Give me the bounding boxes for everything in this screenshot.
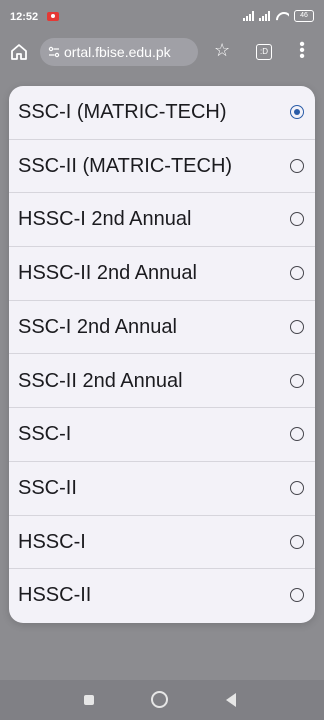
radio-unselected[interactable] <box>290 480 304 495</box>
option-ssc-i[interactable]: SSC-I <box>9 408 315 462</box>
signal-icon <box>243 11 254 21</box>
radio-unselected[interactable] <box>290 427 304 442</box>
option-label: SSC-I 2nd Annual <box>18 315 177 338</box>
option-hssc-i-2nd-annual[interactable]: HSSC-I 2nd Annual <box>9 193 315 248</box>
site-info-icon[interactable] <box>48 46 60 58</box>
radio-unselected[interactable] <box>290 212 304 227</box>
option-label: HSSC-II <box>18 584 92 607</box>
option-ssc-i-matric-tech[interactable]: SSC-I (MATRIC-TECH) <box>9 86 315 140</box>
home-icon[interactable] <box>10 43 28 61</box>
radio-selected[interactable] <box>290 105 304 119</box>
status-icons: 46 <box>243 10 314 22</box>
radio-unselected[interactable] <box>290 266 304 281</box>
recents-icon[interactable] <box>84 695 94 705</box>
signal-icon-2 <box>259 11 270 21</box>
youtube-notification-icon <box>47 12 59 21</box>
option-label: SSC-I <box>18 423 72 446</box>
radio-unselected[interactable] <box>290 534 304 549</box>
option-label: HSSC-I <box>18 530 86 553</box>
option-hssc-ii-2nd-annual[interactable]: HSSC-II 2nd Annual <box>9 247 315 301</box>
radio-unselected[interactable] <box>290 158 304 173</box>
back-icon[interactable] <box>226 693 236 707</box>
radio-unselected[interactable] <box>290 373 304 388</box>
option-label: SSC-II 2nd Annual <box>18 369 183 392</box>
address-bar[interactable]: ortal.fbise.edu.pk <box>40 38 198 66</box>
radio-unselected[interactable] <box>290 319 304 334</box>
option-ssc-ii[interactable]: SSC-II <box>9 462 315 516</box>
option-label: SSC-I (MATRIC-TECH) <box>18 101 227 123</box>
url-text: ortal.fbise.edu.pk <box>64 44 171 60</box>
bookmark-star-icon[interactable]: ☆ <box>214 40 230 61</box>
option-hssc-i[interactable]: HSSC-I <box>9 516 315 570</box>
battery-icon: 46 <box>294 10 314 22</box>
option-ssc-ii-matric-tech[interactable]: SSC-II (MATRIC-TECH) <box>9 140 315 194</box>
system-nav-bar <box>0 680 324 720</box>
browser-toolbar: ortal.fbise.edu.pk ☆ :D • • • <box>0 36 324 68</box>
tab-switcher-icon[interactable]: :D <box>256 44 272 60</box>
exam-select-dialog: SSC-I (MATRIC-TECH) SSC-II (MATRIC-TECH)… <box>9 86 315 623</box>
option-hssc-ii[interactable]: HSSC-II <box>9 569 315 623</box>
more-menu-icon[interactable]: • • • <box>298 37 306 65</box>
option-ssc-i-2nd-annual[interactable]: SSC-I 2nd Annual <box>9 301 315 355</box>
status-time: 12:52 <box>10 11 39 23</box>
option-label: SSC-II <box>18 476 77 499</box>
home-nav-icon[interactable] <box>151 691 168 708</box>
status-bar: 12:52 46 <box>0 0 324 36</box>
wifi-icon <box>275 11 289 21</box>
option-label: HSSC-II 2nd Annual <box>18 262 197 285</box>
option-label: SSC-II (MATRIC-TECH) <box>18 154 233 177</box>
option-label: HSSC-I 2nd Annual <box>18 208 192 231</box>
radio-unselected[interactable] <box>290 588 304 603</box>
option-ssc-ii-2nd-annual[interactable]: SSC-II 2nd Annual <box>9 355 315 409</box>
